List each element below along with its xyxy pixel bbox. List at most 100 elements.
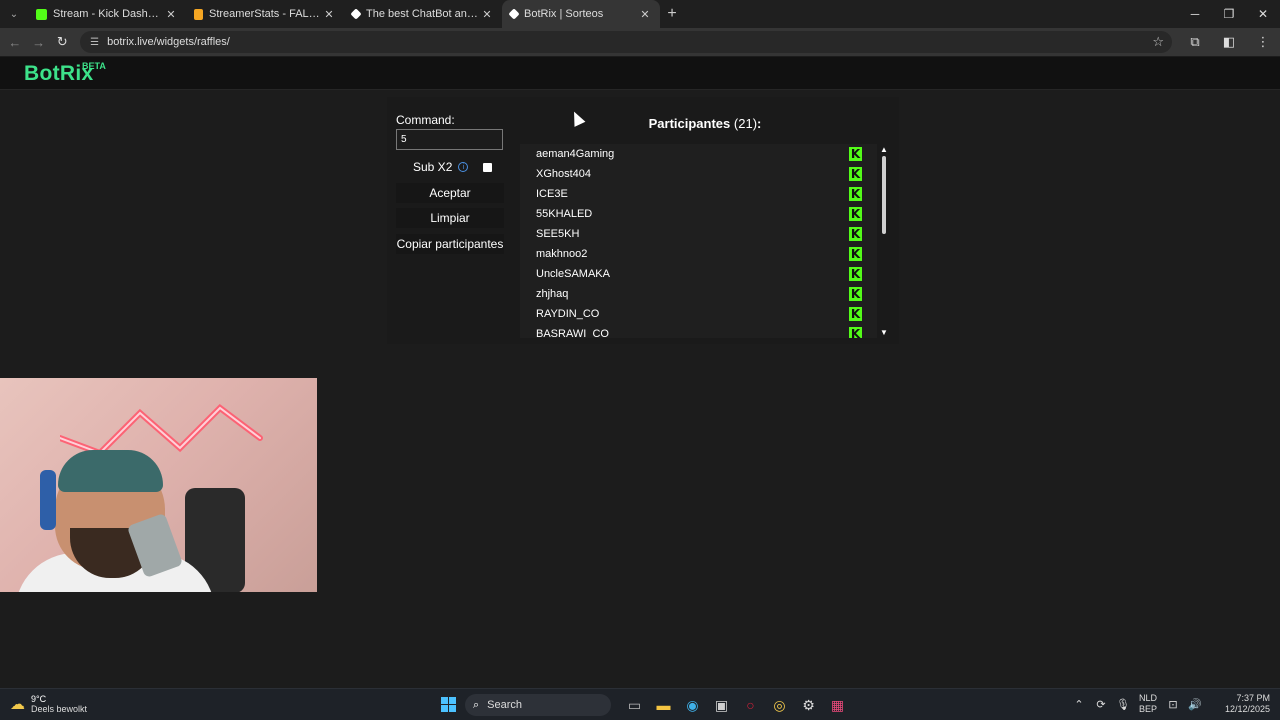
list-item: BASRAWI_CO K xyxy=(520,324,877,338)
search-icon: ⌕ xyxy=(473,698,480,711)
list-item: ICE3E K xyxy=(520,184,877,204)
botrix-favicon-icon xyxy=(508,8,520,20)
opera-icon[interactable]: ○ xyxy=(736,694,765,716)
participant-name: RAYDIN_CO xyxy=(536,308,600,320)
menu-dots-icon[interactable]: ⋮ xyxy=(1246,34,1280,50)
microphone-icon[interactable]: 🎙 xyxy=(1112,698,1134,711)
webcam-overlay xyxy=(0,378,317,592)
list-scrollbar[interactable]: ▲ ▼ xyxy=(879,145,889,337)
raffle-panel: Command: Sub X2 i Aceptar Limpiar Copiar… xyxy=(387,97,899,344)
sub-x2-checkbox[interactable] xyxy=(483,163,492,172)
tab-chatbot[interactable]: The best ChatBot and Widgets ✕ xyxy=(344,0,502,28)
scroll-thumb[interactable] xyxy=(882,156,886,234)
tab-botrix-sorteos[interactable]: BotRix | Sorteos ✕ xyxy=(502,0,660,28)
participants-title: Participantes (21): xyxy=(617,116,793,131)
cap-shape xyxy=(58,450,163,492)
network-icon[interactable]: ⊡ xyxy=(1162,698,1184,711)
copy-participants-button[interactable]: Copiar participantes xyxy=(396,234,504,254)
windows-start-icon[interactable] xyxy=(441,697,456,712)
participant-name: XGhost404 xyxy=(536,168,592,180)
tab-close-icon[interactable]: ✕ xyxy=(638,8,652,21)
tab-close-icon[interactable]: ✕ xyxy=(480,8,494,21)
participant-name: UncleSAMAKA xyxy=(536,268,610,280)
participant-name: SEE5KH xyxy=(536,228,580,240)
kick-icon: K xyxy=(849,307,862,321)
kick-icon: K xyxy=(849,187,862,201)
window-controls: ─ ❐ ✕ xyxy=(1178,0,1280,28)
participant-name: aeman4Gaming xyxy=(536,148,615,160)
edge-icon[interactable]: ◉ xyxy=(678,694,707,716)
clock[interactable]: 7:37 PM 12/12/2025 xyxy=(1212,693,1270,715)
restore-icon[interactable]: ❐ xyxy=(1212,0,1246,28)
kick-icon: K xyxy=(849,147,862,161)
sub-x2-label: Sub X2 xyxy=(413,160,453,174)
participants-list[interactable]: aeman4Gaming K XGhost404 K ICE3E K 55KHALED… xyxy=(520,144,877,338)
accept-button[interactable]: Aceptar xyxy=(396,183,504,203)
reload-icon[interactable]: ↻ xyxy=(50,34,74,50)
app-icon[interactable]: ⚙ xyxy=(794,694,823,716)
forward-icon[interactable]: → xyxy=(27,35,51,50)
date-text: 12/12/2025 xyxy=(1224,704,1270,714)
clear-button[interactable]: Limpiar xyxy=(396,208,504,228)
tab-kick-dashboard[interactable]: Stream - Kick Dashboard ✕ xyxy=(28,0,186,28)
lang-text: NLD xyxy=(1138,693,1157,703)
time-text: 7:37 PM xyxy=(1236,693,1270,703)
tab-label: StreamerStats - FALAFELCO Profile xyxy=(209,8,322,20)
participant-name: BASRAWI_CO xyxy=(536,328,609,338)
participants-count: (21) xyxy=(733,116,758,131)
tab-close-icon[interactable]: ✕ xyxy=(164,8,178,21)
list-item: RAYDIN_CO K xyxy=(520,304,877,324)
kick-icon: K xyxy=(849,287,862,301)
sub-x2-row: Sub X2 i xyxy=(413,160,493,174)
tab-close-icon[interactable]: ✕ xyxy=(322,8,336,21)
participant-name: ICE3E xyxy=(536,188,568,200)
active-app-icon[interactable]: ▦ xyxy=(823,694,852,716)
back-icon[interactable]: ← xyxy=(3,35,27,50)
task-view-icon[interactable]: ▭ xyxy=(620,694,649,716)
taskbar-search[interactable]: ⌕ Search xyxy=(465,694,611,716)
scroll-up-icon[interactable]: ▲ xyxy=(880,145,888,154)
weather-text: Deels bewolkt xyxy=(31,704,88,714)
info-icon[interactable]: i xyxy=(458,162,469,172)
headset-shape xyxy=(40,470,56,530)
address-toolbar: ← → ↻ ☰ botrix.live/widgets/raffles/ ☆ ⧉… xyxy=(0,28,1280,56)
close-window-icon[interactable]: ✕ xyxy=(1246,0,1280,28)
tab-search-icon[interactable]: ⌄ xyxy=(0,0,28,28)
minimize-icon[interactable]: ─ xyxy=(1178,0,1212,28)
url-text: botrix.live/widgets/raffles/ xyxy=(107,36,230,48)
kick-icon: K xyxy=(849,267,862,281)
file-explorer-icon[interactable]: ▬ xyxy=(649,694,678,716)
bookmark-star-icon[interactable]: ☆ xyxy=(1152,34,1164,50)
browser-tab-bar: ⌄ Stream - Kick Dashboard ✕ StreamerStat… xyxy=(0,0,1280,28)
tab-streamerstats[interactable]: StreamerStats - FALAFELCO Profile ✕ xyxy=(186,0,344,28)
site-info-icon[interactable]: ☰ xyxy=(90,37,99,48)
tab-label: BotRix | Sorteos xyxy=(524,8,604,20)
url-bar[interactable]: ☰ botrix.live/widgets/raffles/ ☆ xyxy=(80,31,1173,53)
list-item: UncleSAMAKA K xyxy=(520,264,877,284)
weather-widget[interactable]: ☁ 9°C Deels bewolkt xyxy=(10,694,87,714)
kick-icon: K xyxy=(849,227,862,241)
scroll-down-icon[interactable]: ▼ xyxy=(880,328,888,337)
volume-icon[interactable]: 🔊 xyxy=(1184,698,1206,711)
participant-name: 55KHALED xyxy=(536,208,593,220)
list-item: aeman4Gaming K xyxy=(520,144,877,164)
list-item: XGhost404 K xyxy=(520,164,877,184)
store-icon[interactable]: ▣ xyxy=(707,694,736,716)
list-item: makhnoo2 K xyxy=(520,244,877,264)
profile-icon[interactable]: ◧ xyxy=(1212,34,1246,50)
tab-label: The best ChatBot and Widgets xyxy=(366,8,480,20)
temperature-text: 9°C xyxy=(31,694,47,704)
sync-icon[interactable]: ⟳ xyxy=(1090,698,1112,711)
list-item: 55KHALED K xyxy=(520,204,877,224)
chevron-up-icon[interactable]: ⌃ xyxy=(1068,698,1090,711)
list-item: SEE5KH K xyxy=(520,224,877,244)
site-header: BotRix BETA xyxy=(0,57,1280,90)
command-input[interactable] xyxy=(396,129,503,150)
participant-name: makhnoo2 xyxy=(536,248,588,260)
extensions-icon[interactable]: ⧉ xyxy=(1178,34,1212,50)
language-indicator[interactable]: NLD BEP xyxy=(1134,693,1162,715)
new-tab-icon[interactable]: + xyxy=(660,5,684,23)
system-tray: ⌃ ⟳ 🎙 NLD BEP ⊡ 🔊 7:37 PM 12/12/2025 xyxy=(1068,693,1270,715)
list-item: zhjhaq K xyxy=(520,284,877,304)
chrome-icon[interactable]: ◎ xyxy=(765,694,794,716)
